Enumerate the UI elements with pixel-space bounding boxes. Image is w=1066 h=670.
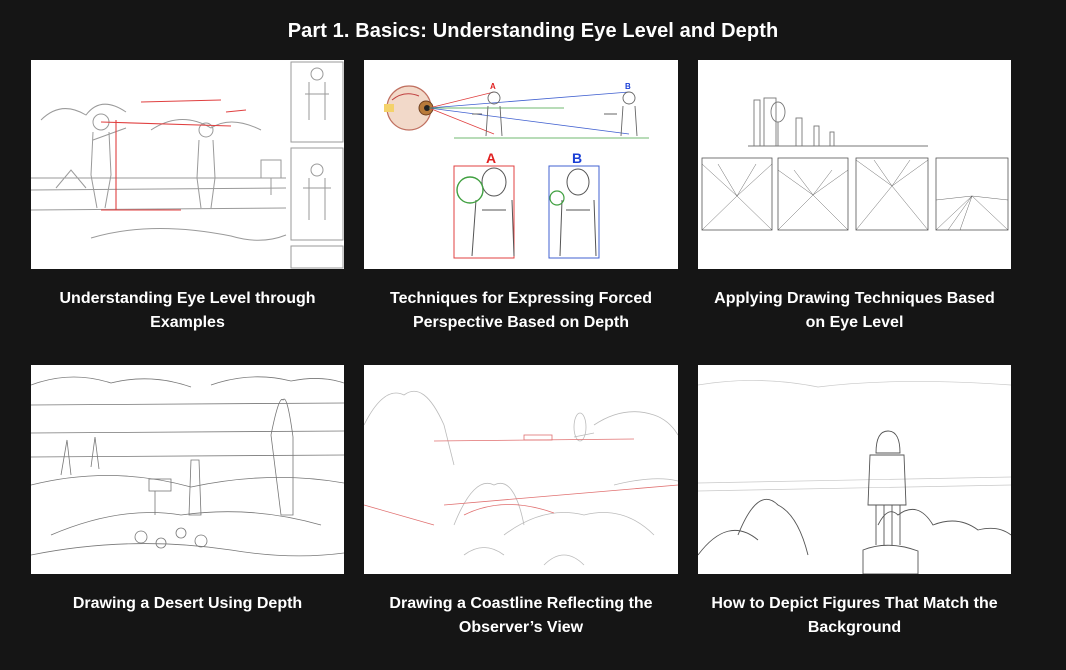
lesson-caption[interactable]: How to Depict Figures That Match the Bac…: [698, 574, 1011, 670]
lesson-card-eye-level-examples[interactable]: Understanding Eye Level through Examples: [31, 60, 344, 365]
lesson-thumbnail[interactable]: A B A B: [364, 60, 678, 269]
lesson-caption[interactable]: Drawing a Desert Using Depth: [31, 574, 344, 670]
label-a-small: A: [490, 82, 496, 91]
lesson-caption[interactable]: Techniques for Expressing Forced Perspec…: [364, 269, 678, 365]
page-title: Part 1. Basics: Understanding Eye Level …: [287, 20, 779, 42]
label-b-small: B: [625, 82, 631, 91]
lesson-caption[interactable]: Applying Drawing Techniques Based on Eye…: [698, 269, 1011, 365]
sketch-eye-level-figures: [31, 61, 344, 269]
lesson-card-desert[interactable]: Drawing a Desert Using Depth: [31, 365, 344, 670]
sketch-coastline: [364, 390, 678, 566]
lesson-caption[interactable]: Drawing a Coastline Reflecting the Obser…: [364, 574, 678, 670]
lesson-thumbnail[interactable]: [698, 60, 1011, 269]
sketch-forced-perspective: A B A B: [384, 82, 649, 259]
sketch-desert: [31, 376, 344, 557]
lesson-thumbnail[interactable]: [364, 365, 678, 574]
lesson-card-forced-perspective[interactable]: A B A B Techniques for Expressing Forced…: [364, 60, 678, 365]
lesson-thumbnail[interactable]: [31, 365, 344, 574]
lesson-thumbnail[interactable]: [698, 365, 1011, 574]
lesson-caption[interactable]: Understanding Eye Level through Examples: [31, 269, 344, 365]
sketch-figure-cliff: [698, 380, 1011, 574]
label-b: B: [572, 150, 582, 166]
lesson-card-coastline[interactable]: Drawing a Coastline Reflecting the Obser…: [364, 365, 678, 670]
lesson-thumbnail[interactable]: [31, 60, 344, 269]
label-a: A: [486, 150, 496, 166]
lesson-grid: Understanding Eye Level through Examples: [31, 60, 1011, 670]
lesson-card-eye-level-techniques[interactable]: Applying Drawing Techniques Based on Eye…: [698, 60, 1011, 365]
lesson-card-figures-background[interactable]: How to Depict Figures That Match the Bac…: [698, 365, 1011, 670]
sketch-perspective-boxes: [701, 97, 1009, 231]
